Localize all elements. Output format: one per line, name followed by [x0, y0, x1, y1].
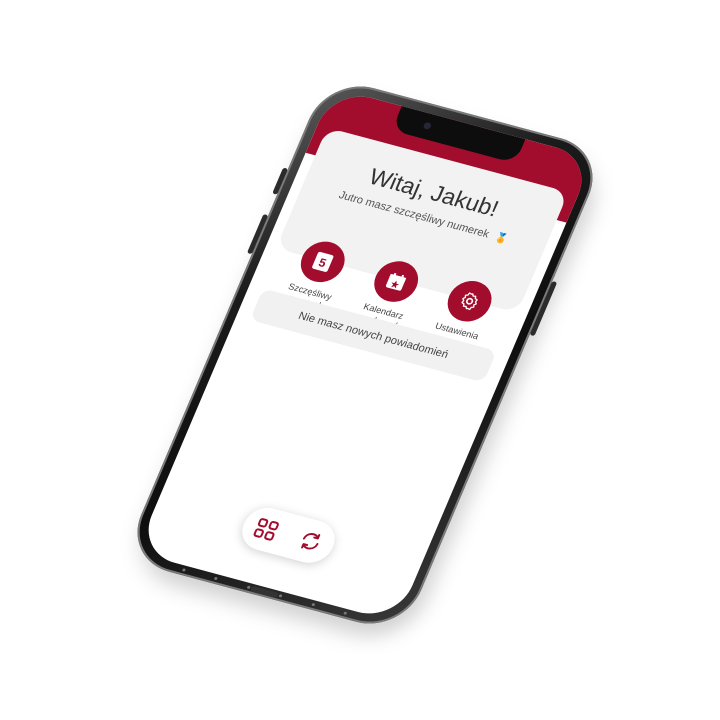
- apps-button[interactable]: [247, 513, 285, 546]
- page: Witaj, Jakub! Jutro masz szczęśliwy nume…: [0, 0, 720, 720]
- speaker-dot: [310, 602, 315, 607]
- medal-icon: 🏅: [493, 232, 510, 246]
- calendar-button[interactable]: [367, 256, 425, 307]
- gear-icon: [461, 292, 478, 311]
- speaker-dot: [278, 594, 283, 598]
- bottom-dock: [235, 502, 342, 568]
- settings-button[interactable]: [441, 276, 499, 327]
- refresh-button[interactable]: [292, 525, 330, 558]
- lucky-number-icon: 5: [312, 251, 334, 272]
- grid-icon: [253, 518, 279, 541]
- speaker-dot: [214, 576, 219, 581]
- speaker-dot: [181, 568, 186, 572]
- lucky-number-button[interactable]: 5: [294, 236, 352, 287]
- camera-icon: [422, 121, 433, 130]
- refresh-icon: [301, 533, 321, 550]
- calendar-icon: [385, 272, 407, 291]
- phone-mockup: Witaj, Jakub! Jutro masz szczęśliwy nume…: [122, 75, 610, 648]
